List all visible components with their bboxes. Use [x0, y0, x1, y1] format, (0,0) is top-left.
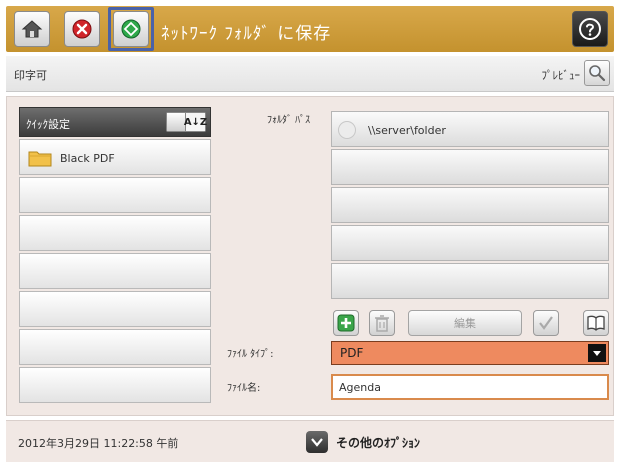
quick-set-item[interactable]	[19, 291, 211, 327]
address-book-button[interactable]	[583, 310, 609, 336]
quick-set-item[interactable]	[19, 215, 211, 251]
file-name-input[interactable]	[331, 374, 609, 400]
quick-set-item[interactable]	[19, 253, 211, 289]
help-button[interactable]	[572, 11, 608, 47]
more-options-button[interactable]: その他のｵﾌﾟｼｮﾝ	[306, 430, 420, 454]
quick-set-item[interactable]	[19, 177, 211, 213]
checkmark-icon	[539, 316, 553, 330]
quick-sets-header: ｸｲｯｸ設定 A↓Z	[19, 107, 211, 137]
start-button[interactable]	[113, 11, 149, 47]
folder-path-label: ﾌｫﾙﾀﾞ ﾊﾟｽ	[267, 115, 311, 126]
dropdown-arrow-icon	[588, 344, 606, 362]
status-bar: 印字可 ﾌﾟﾚﾋﾞｭｰ	[6, 56, 614, 92]
edit-button[interactable]: 編集	[408, 310, 522, 336]
sort-az-icon: A↓Z	[184, 113, 207, 131]
folder-path-row-4[interactable]	[331, 225, 609, 261]
stop-button[interactable]	[64, 11, 100, 47]
home-icon	[21, 20, 43, 38]
file-name-label: ﾌｧｲﾙ名:	[227, 383, 261, 394]
help-icon	[579, 18, 601, 40]
quick-sets-title: ｸｲｯｸ設定	[26, 118, 70, 131]
quick-set-item-black-pdf[interactable]: Black PDF	[19, 139, 211, 175]
file-type-dropdown[interactable]: PDF	[331, 341, 609, 365]
folder-path-row-2[interactable]	[331, 149, 609, 185]
folder-path-row-5[interactable]	[331, 263, 609, 299]
magnifier-icon	[589, 65, 606, 82]
footer: 2012年3月29日 11:22:58 午前 その他のｵﾌﾟｼｮﾝ	[6, 420, 614, 462]
folder-path-text: \\server\folder	[368, 124, 446, 137]
delete-button[interactable]	[369, 310, 395, 336]
add-button[interactable]	[333, 310, 359, 336]
more-options-label: その他のｵﾌﾟｼｮﾝ	[336, 435, 421, 450]
radio-button[interactable]	[338, 121, 356, 139]
home-button[interactable]	[14, 11, 50, 47]
file-type-label: ﾌｧｲﾙ ﾀｲﾌﾟ:	[227, 349, 274, 360]
trash-icon	[375, 315, 389, 332]
quick-set-item[interactable]	[19, 367, 211, 403]
book-icon	[587, 315, 605, 331]
stop-icon	[72, 19, 92, 39]
timestamp: 2012年3月29日 11:22:58 午前	[18, 437, 179, 450]
sort-button[interactable]: A↓Z	[166, 112, 207, 132]
quick-set-item[interactable]	[19, 329, 211, 365]
preview-button[interactable]	[584, 60, 610, 86]
ok-button[interactable]	[533, 310, 559, 336]
title-bar: ﾈｯﾄﾜｰｸ ﾌｫﾙﾀﾞ に保存	[6, 6, 614, 52]
ready-status: 印字可	[14, 69, 47, 82]
page-title: ﾈｯﾄﾜｰｸ ﾌｫﾙﾀﾞ に保存	[161, 24, 332, 44]
folder-path-row-1[interactable]: \\server\folder	[331, 111, 609, 147]
quick-set-label: Black PDF	[60, 152, 115, 165]
start-icon	[121, 19, 141, 39]
folder-icon	[28, 151, 52, 167]
main-panel: ｸｲｯｸ設定 A↓Z Black PDF ﾌｫﾙﾀﾞ ﾊﾟｽ \\server\…	[6, 96, 614, 416]
file-type-value: PDF	[340, 346, 364, 360]
chevron-down-icon	[306, 431, 328, 453]
plus-icon	[337, 314, 355, 332]
folder-path-row-3[interactable]	[331, 187, 609, 223]
preview-label: ﾌﾟﾚﾋﾞｭｰ	[541, 69, 581, 82]
